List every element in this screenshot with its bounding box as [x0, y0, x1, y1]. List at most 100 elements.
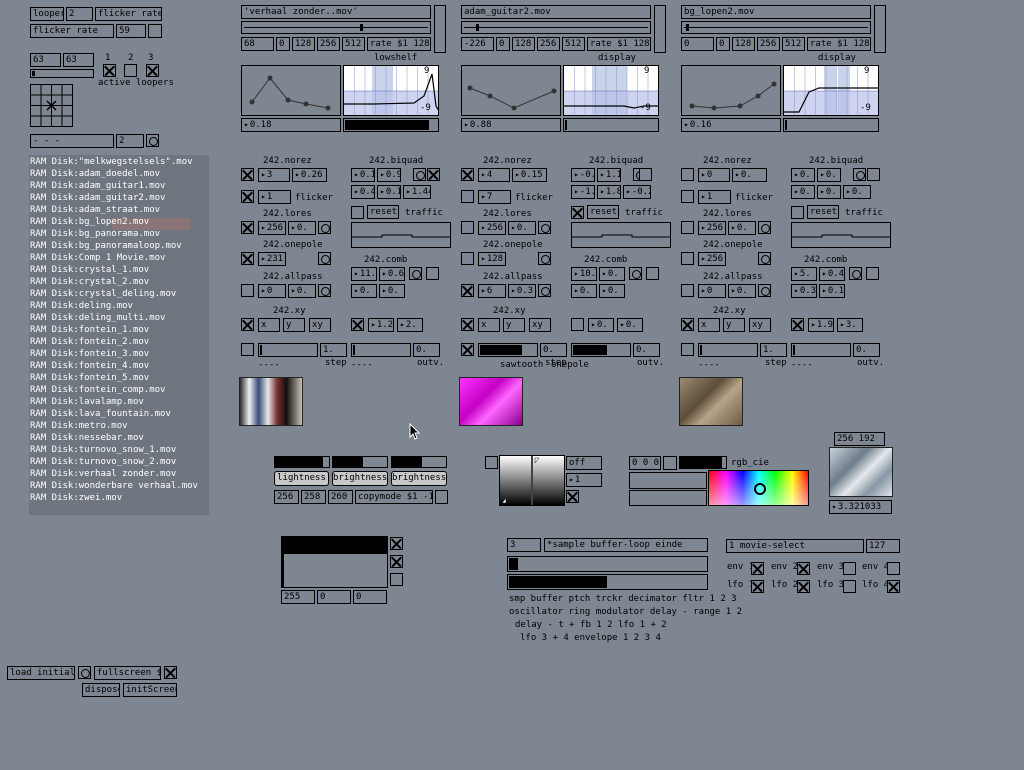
coords-box[interactable]: 256 192: [834, 432, 885, 446]
lfo-slider-1[interactable]: [478, 343, 538, 357]
biquad-d[interactable]: 0.1: [377, 185, 401, 199]
onepole-value[interactable]: 231: [258, 252, 286, 266]
file-list-item[interactable]: RAM Disk:adam_straat.mov: [30, 204, 160, 216]
dispose-message[interactable]: dispose: [82, 683, 120, 697]
lores-a[interactable]: 256: [258, 221, 286, 235]
movie-select-message[interactable]: 1 movie-select: [726, 539, 864, 553]
flicker-toggle[interactable]: [681, 190, 694, 203]
grid-number-a[interactable]: 63: [30, 53, 61, 67]
active-looper-2-toggle[interactable]: [124, 64, 137, 77]
traffic-graph[interactable]: [791, 222, 891, 248]
graph-value[interactable]: 0.16: [681, 118, 781, 132]
movie-volume-slider[interactable]: [654, 5, 666, 53]
step-value[interactable]: 1.: [320, 343, 347, 357]
movie-position-slider[interactable]: [241, 21, 431, 34]
biquad-c[interactable]: -1.4: [571, 185, 595, 199]
file-list-item[interactable]: RAM Disk:wonderbare verhaal.mov: [30, 480, 198, 492]
lores-a[interactable]: 256: [698, 221, 726, 235]
reset-toggle[interactable]: [351, 206, 364, 219]
comb-bang[interactable]: [849, 267, 862, 280]
comb-d[interactable]: 0.: [379, 284, 405, 298]
comb-bang[interactable]: [629, 267, 642, 280]
rgb-field-2[interactable]: [629, 490, 707, 506]
value-128[interactable]: 128: [512, 37, 535, 51]
xy-x-box[interactable]: x: [258, 318, 280, 332]
gain-slider[interactable]: [343, 118, 439, 132]
brightness-button-2[interactable]: brightness: [391, 471, 447, 486]
brightness-slider-1-end[interactable]: [362, 456, 388, 468]
mid-number[interactable]: 1: [566, 473, 602, 487]
rgb-numbers[interactable]: 0 0 0: [629, 456, 661, 470]
reset-toggle[interactable]: [571, 206, 584, 219]
xy-out-b[interactable]: 3.: [837, 318, 863, 332]
lfo-toggle[interactable]: [681, 343, 694, 356]
allpass-bang[interactable]: [758, 284, 771, 297]
biquad-c[interactable]: 0.: [791, 185, 815, 199]
file-list-item[interactable]: RAM Disk:deling_multi.mov: [30, 312, 165, 324]
biquad-toggle[interactable]: [639, 168, 652, 181]
biquad-bang[interactable]: [413, 168, 426, 181]
lfo-toggle[interactable]: [241, 343, 254, 356]
brightness-slider-2-end[interactable]: [421, 456, 447, 468]
biquad-a[interactable]: -0.6: [571, 168, 595, 182]
allpass-b[interactable]: 0.: [288, 284, 316, 298]
bottom-panel[interactable]: [281, 536, 388, 588]
file-list-item[interactable]: RAM Disk:bg_panorama.mov: [30, 228, 160, 240]
allpass-toggle[interactable]: [681, 284, 694, 297]
file-list-item[interactable]: RAM Disk:verhaal zonder.mov: [30, 468, 176, 480]
lfo-1-toggle[interactable]: [751, 580, 764, 593]
color-num-2[interactable]: 258: [301, 490, 326, 504]
file-list-item[interactable]: RAM Disk:zwei.mov: [30, 492, 122, 504]
biquad-a[interactable]: 0.: [791, 168, 815, 182]
lfo-slider-2[interactable]: [571, 343, 631, 357]
xy-xy-box[interactable]: xy: [749, 318, 771, 332]
allpass-b[interactable]: 0.: [728, 284, 756, 298]
file-list-item[interactable]: RAM Disk:adam_guitar2.mov: [30, 192, 165, 204]
movie-file-name[interactable]: 'verhaal zonder..mov': [241, 5, 431, 19]
env-4-toggle[interactable]: [887, 562, 900, 575]
initscreen-message[interactable]: initScreen: [123, 683, 177, 697]
file-list-item[interactable]: RAM Disk:turnovo_snow_2.mov: [30, 456, 176, 468]
gradient-toggle[interactable]: [485, 456, 498, 469]
traffic-graph[interactable]: [351, 222, 451, 248]
xy-x-box[interactable]: x: [478, 318, 500, 332]
value-512[interactable]: 512: [562, 37, 585, 51]
file-list-item[interactable]: RAM Disk:fontein_1.mov: [30, 324, 149, 336]
biquad-b[interactable]: 0.9: [377, 168, 401, 182]
lores-b[interactable]: 0.: [508, 221, 536, 235]
file-list-item[interactable]: RAM Disk:turnovo_snow_1.mov: [30, 444, 176, 456]
comb-b[interactable]: 0.6: [379, 267, 405, 281]
norez-toggle[interactable]: [461, 168, 474, 181]
file-list-item[interactable]: RAM Disk:crystal_2.mov: [30, 276, 149, 288]
biquad-d[interactable]: 1.8: [597, 185, 621, 199]
biquad-b[interactable]: 0.: [817, 168, 841, 182]
color-picker[interactable]: [708, 470, 809, 506]
comb-d[interactable]: 0.1: [819, 284, 845, 298]
norez-value-b[interactable]: 0.26: [292, 168, 327, 182]
norez-toggle[interactable]: [681, 168, 694, 181]
file-list-item[interactable]: RAM Disk:"melkwegstelsels".mov: [30, 156, 193, 168]
fullscreen-toggle[interactable]: [164, 666, 177, 679]
xy-out-b[interactable]: 2.: [397, 318, 423, 332]
onepole-toggle[interactable]: [681, 252, 694, 265]
file-list-item[interactable]: RAM Disk:fontein_3.mov: [30, 348, 149, 360]
movie-position-slider[interactable]: [681, 21, 871, 34]
active-looper-3-toggle[interactable]: [146, 64, 159, 77]
onepole-bang[interactable]: [318, 252, 331, 265]
movie-select-number[interactable]: 127: [866, 539, 900, 553]
loop-start-number[interactable]: 0: [496, 37, 510, 51]
lores-b[interactable]: 0.: [288, 221, 316, 235]
file-list-item[interactable]: RAM Disk:adam_guitar1.mov: [30, 180, 165, 192]
flicker-number[interactable]: 1: [258, 190, 291, 204]
env-2-toggle[interactable]: [797, 562, 810, 575]
xy-toggle[interactable]: [681, 318, 694, 331]
lightness-slider[interactable]: [274, 456, 322, 468]
value-512[interactable]: 512: [342, 37, 365, 51]
rate-message[interactable]: rate $1 128: [587, 37, 651, 51]
xy-toggle[interactable]: [241, 318, 254, 331]
file-list-item[interactable]: RAM Disk:deling.mov: [30, 300, 133, 312]
xy-out-a[interactable]: 1.2: [368, 318, 394, 332]
traffic-graph[interactable]: [571, 222, 671, 248]
sample-slider-1[interactable]: [507, 556, 708, 572]
reset-button[interactable]: reset: [807, 205, 839, 219]
